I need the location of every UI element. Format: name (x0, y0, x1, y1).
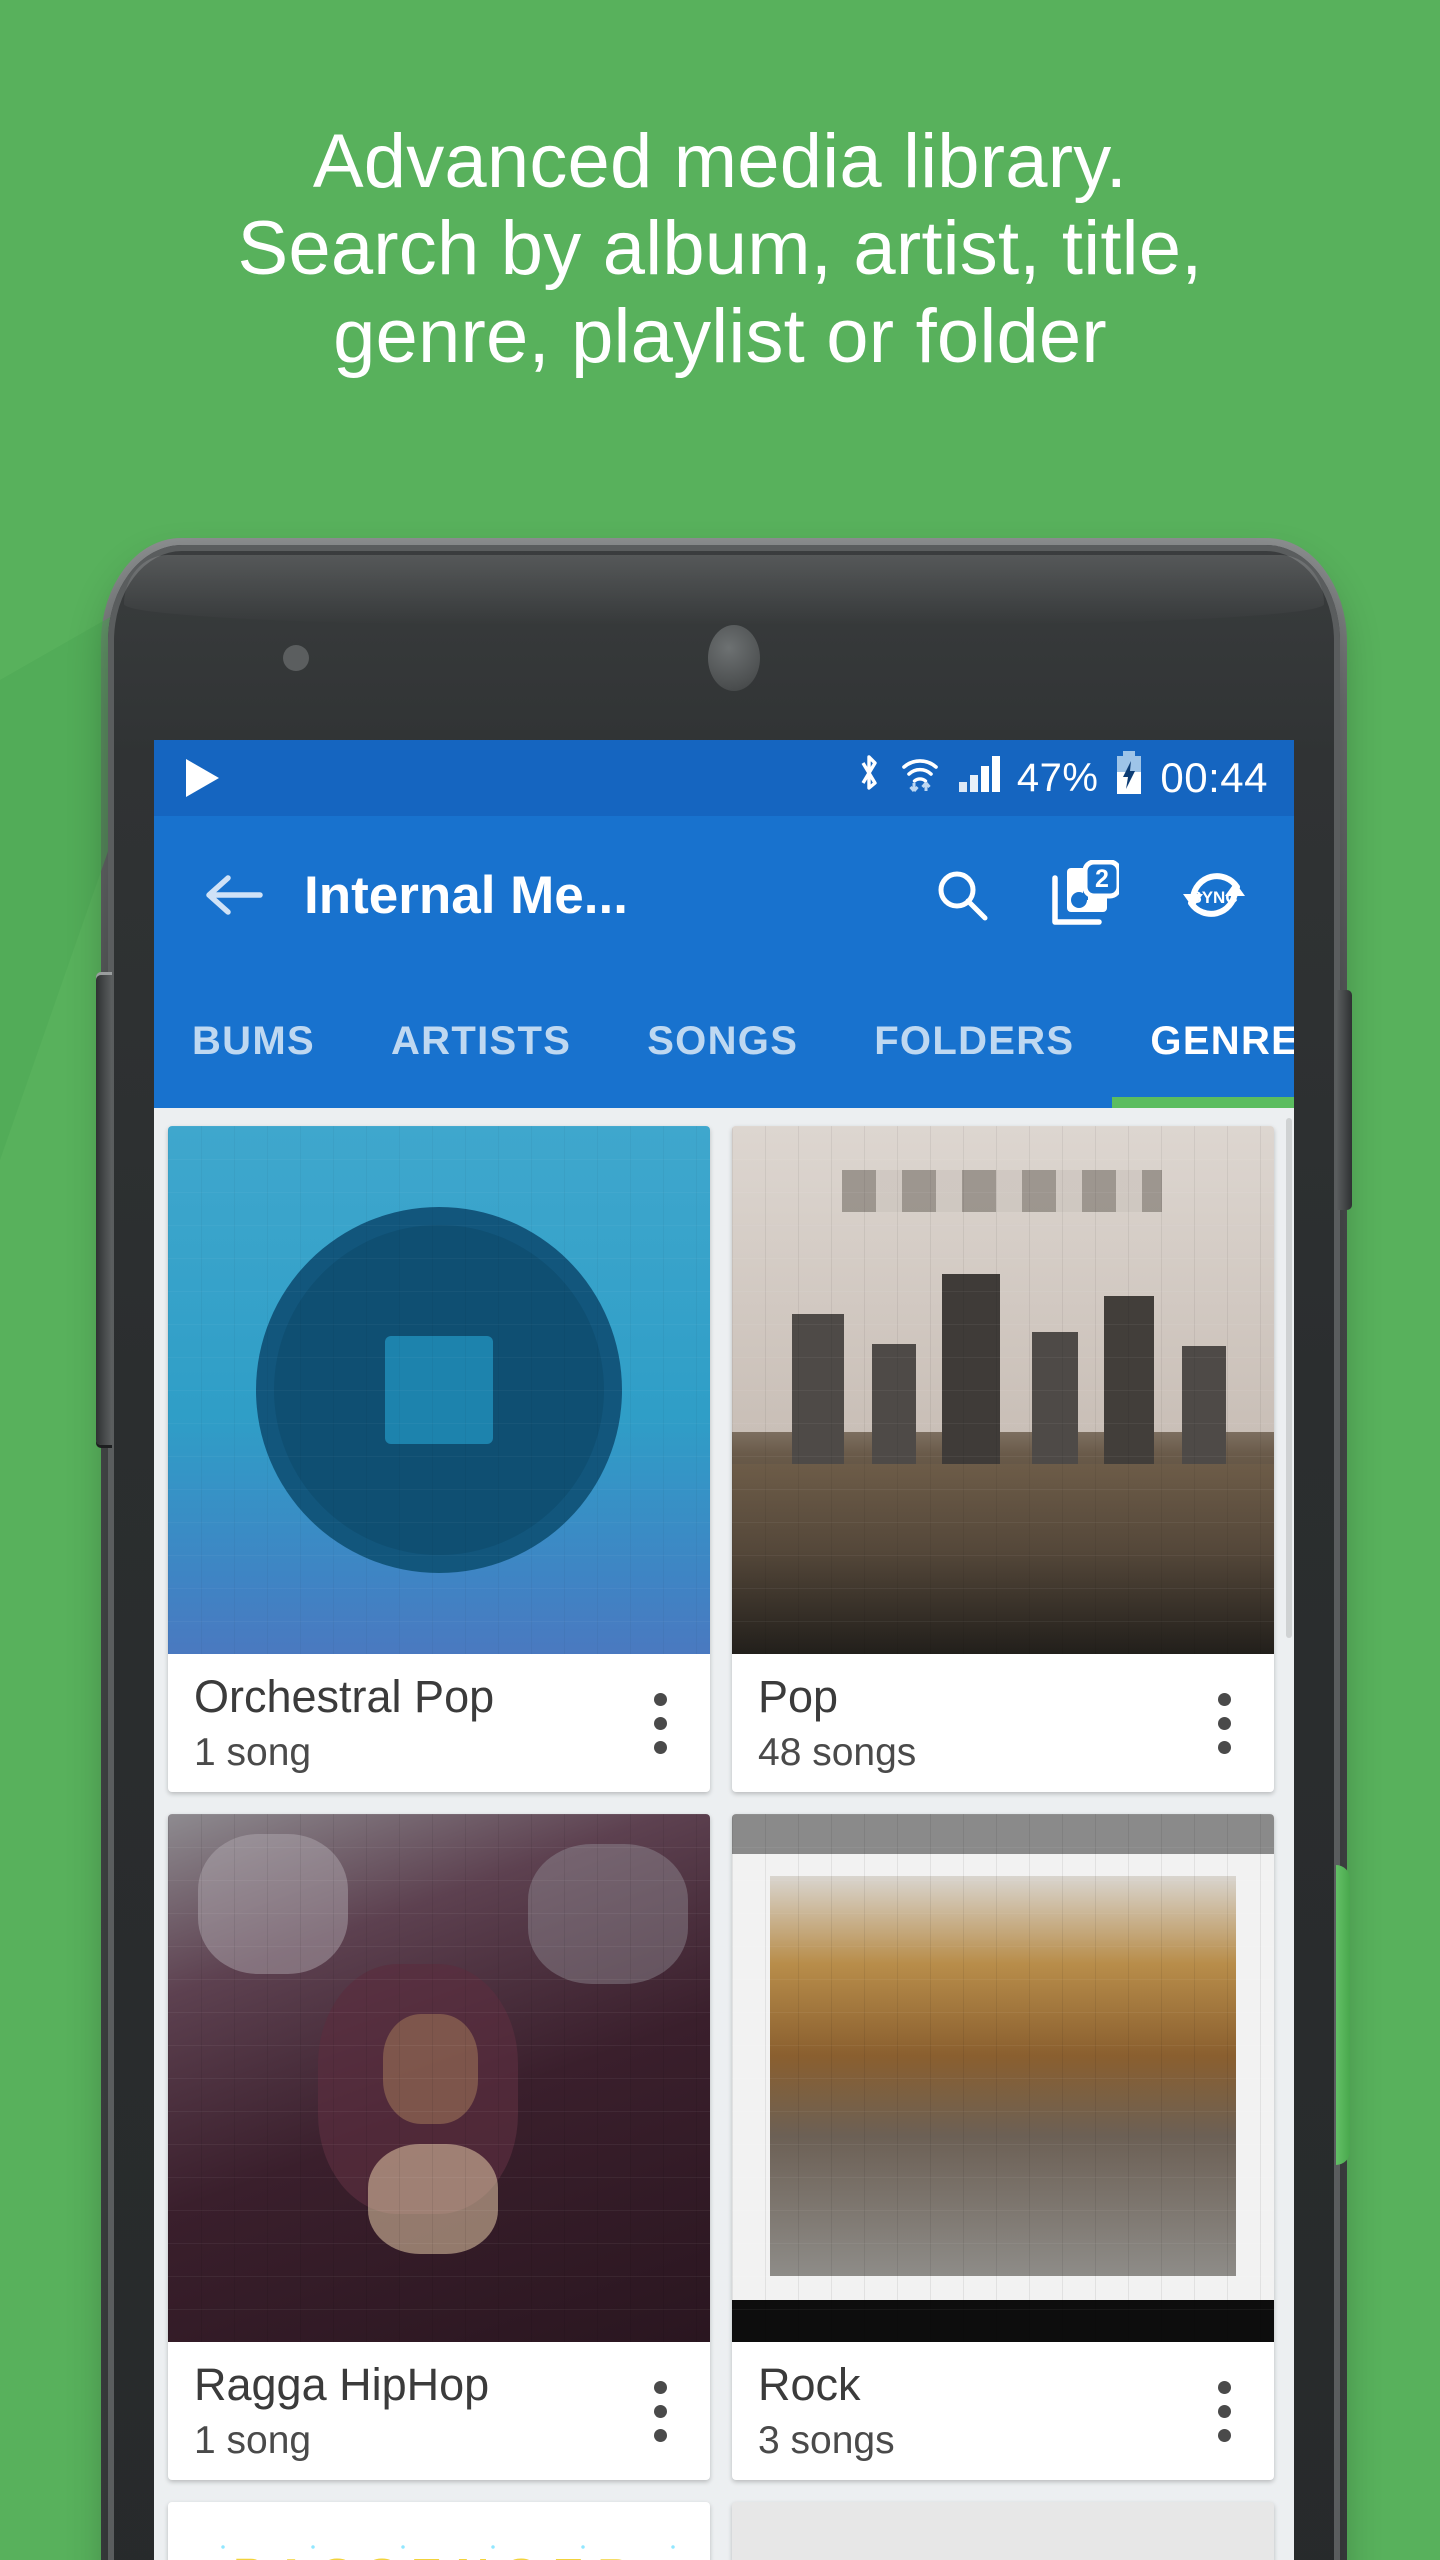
headline-line-3: genre, playlist or folder (333, 293, 1107, 379)
album-art-rock (732, 1814, 1274, 2342)
album-art-passenger-label: PASSENGER (168, 2548, 710, 2560)
volume-button[interactable] (96, 975, 112, 1445)
tab-bar[interactable]: BUMS ARTISTS SONGS FOLDERS GENRES (154, 974, 1294, 1108)
album-art-ragga (168, 1814, 710, 2342)
genres-grid-container: Orchestral Pop 1 song Pop 48 songs Ragga… (154, 1108, 1294, 2560)
genre-song-count: 3 songs (758, 2418, 895, 2462)
phone-mockup: 47% 00:44 Internal Me... 2 SYNC BUMS ART… (96, 538, 1352, 2560)
status-bar: 47% 00:44 (154, 740, 1294, 816)
genre-title: Rock (758, 2359, 861, 2411)
overflow-menu-icon[interactable] (1182, 2380, 1266, 2442)
overflow-menu-icon[interactable] (618, 2380, 702, 2442)
cellular-signal-icon (957, 752, 1001, 804)
clock-label: 00:44 (1160, 754, 1268, 801)
genre-card-meta: Pop 48 songs (732, 1654, 1274, 1792)
proximity-sensor-icon (283, 645, 309, 671)
genre-title: Pop (758, 1671, 839, 1723)
svg-text:SYNC: SYNC (1190, 888, 1237, 907)
sync-button[interactable]: SYNC (1164, 858, 1264, 932)
page-title: Internal Me... (304, 865, 628, 925)
genre-card-meta: Orchestral Pop 1 song (168, 1654, 710, 1792)
genre-card[interactable]: Orchestral Pop 1 song (168, 1126, 710, 1792)
search-button[interactable] (912, 866, 1012, 924)
tab-albums[interactable]: BUMS (154, 974, 353, 1108)
queue-badge-count: 2 (1095, 865, 1109, 893)
headline-line-1: Advanced media library. (312, 119, 1128, 204)
genre-card[interactable]: Rock 3 songs (732, 1814, 1274, 2480)
wifi-icon (899, 752, 941, 804)
battery-percent-label: 47% (1016, 755, 1099, 800)
overflow-menu-icon[interactable] (618, 1692, 702, 1754)
tab-artists[interactable]: ARTISTS (353, 974, 609, 1108)
genre-title: Orchestral Pop (194, 1671, 495, 1723)
tab-songs[interactable]: SONGS (609, 974, 836, 1108)
album-art-city (732, 1126, 1274, 1654)
app-bar: Internal Me... 2 SYNC (154, 816, 1294, 974)
genre-card-meta: Ragga HipHop 1 song (168, 2342, 710, 2480)
genre-card-placeholder[interactable] (732, 2502, 1274, 2560)
front-camera-icon (708, 625, 760, 691)
headline-line-2: Search by album, artist, title, (237, 206, 1203, 292)
genre-song-count: 1 song (194, 1730, 312, 1774)
phone-screen: 47% 00:44 Internal Me... 2 SYNC BUMS ART… (154, 740, 1294, 2560)
genres-grid-next-row: PASSENGER (168, 2502, 1280, 2560)
status-icons: 47% 00:44 (855, 750, 1268, 806)
play-triangle-icon (182, 756, 222, 800)
genre-title: Ragga HipHop (194, 2359, 490, 2411)
tab-genres[interactable]: GENRES (1112, 974, 1294, 1108)
tab-folders[interactable]: FOLDERS (836, 974, 1112, 1108)
album-art-vinyl (168, 1126, 710, 1654)
side-accent-button[interactable] (1336, 1865, 1350, 2165)
genre-card-meta: Rock 3 songs (732, 2342, 1274, 2480)
album-art-passenger[interactable]: PASSENGER (168, 2502, 710, 2560)
overflow-menu-icon[interactable] (1182, 1692, 1266, 1754)
genre-song-count: 48 songs (758, 1730, 917, 1774)
genres-grid: Orchestral Pop 1 song Pop 48 songs Ragga… (168, 1126, 1280, 2480)
power-button[interactable] (1336, 990, 1352, 1210)
promo-headline: Advanced media library. Search by album,… (0, 118, 1440, 380)
bluetooth-icon (855, 752, 883, 804)
queue-button[interactable]: 2 (1034, 860, 1134, 930)
back-button[interactable] (190, 870, 276, 920)
scrollbar[interactable] (1286, 1118, 1292, 1638)
battery-charging-icon (1114, 750, 1144, 806)
genre-card[interactable]: Pop 48 songs (732, 1126, 1274, 1792)
genre-card[interactable]: Ragga HipHop 1 song (168, 1814, 710, 2480)
genre-song-count: 1 song (194, 2418, 312, 2462)
tab-active-indicator (1112, 1097, 1294, 1108)
